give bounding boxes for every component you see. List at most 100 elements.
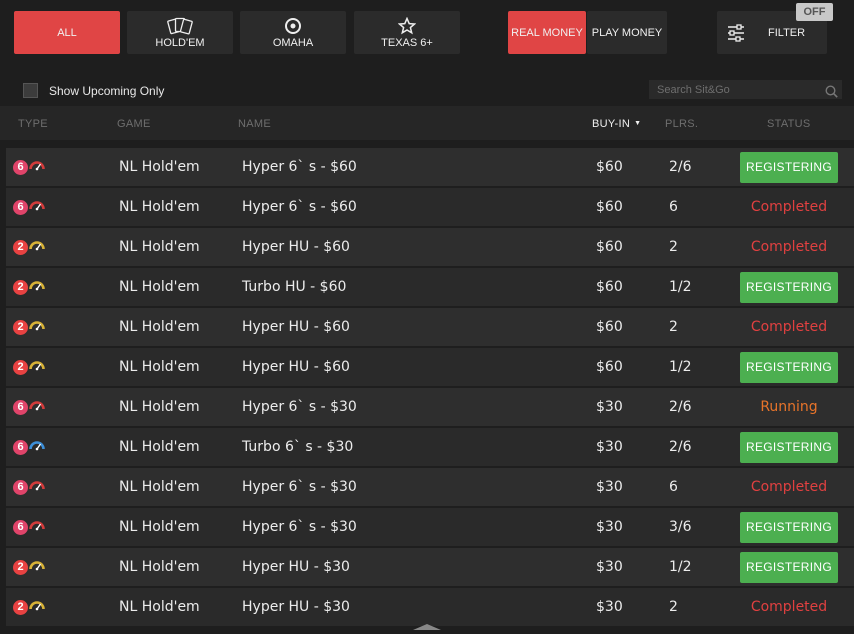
star-icon [398, 16, 416, 35]
sitgo-table-body: 6 NL Hold'em Hyper 6` s - $60 $60 2/6 REGISTE… [0, 148, 854, 628]
status-completed: Completed [750, 199, 828, 215]
register-button[interactable]: REGISTERING [740, 151, 838, 183]
name-cell: Hyper HU - $60 [242, 239, 350, 255]
tab-texas6[interactable]: TEXAS 6+ [354, 11, 460, 54]
name-cell: Turbo 6` s - $30 [242, 439, 354, 455]
status-cell: Completed [740, 308, 838, 346]
tab-texas6-label: TEXAS 6+ [381, 36, 433, 49]
buyin-cell: $60 [596, 199, 623, 215]
col-buyin-label: BUY-IN [592, 118, 631, 130]
show-upcoming-checkbox[interactable] [23, 83, 38, 98]
name-cell: Hyper 6` s - $60 [242, 199, 357, 215]
speed-gauge-icon [29, 439, 45, 455]
name-cell: Hyper 6` s - $30 [242, 479, 357, 495]
game-cell: NL Hold'em [119, 439, 200, 455]
play-money-label: PLAY MONEY [591, 26, 663, 39]
status-cell: REGISTERING [740, 508, 838, 546]
table-row[interactable]: 6 NL Hold'em Hyper 6` s - $60 $60 2/6 REGISTE… [6, 148, 854, 186]
type-cell: 2 [13, 268, 45, 306]
buyin-cell: $30 [596, 519, 623, 535]
buyin-cell: $60 [596, 159, 623, 175]
cards-icon [165, 17, 195, 35]
table-row[interactable]: 6 NL Hold'em Hyper 6` s - $30 $30 2/6 Running [6, 388, 854, 426]
tab-all[interactable]: ALL [14, 11, 120, 54]
game-cell: NL Hold'em [119, 319, 200, 335]
tab-omaha-label: OMAHA [272, 36, 314, 49]
table-row[interactable]: 6 NL Hold'em Hyper 6` s - $30 $30 6 Completed [6, 468, 854, 506]
name-cell: Hyper 6` s - $60 [242, 159, 357, 175]
filter-label: FILTER [768, 26, 806, 39]
real-money-label: REAL MONEY [511, 26, 583, 39]
search-input[interactable] [649, 80, 842, 99]
player-count-badge: 6 [13, 439, 28, 455]
player-count-badge: 6 [13, 479, 28, 495]
scroll-down-icon[interactable] [413, 615, 441, 634]
players-cell: 2 [669, 239, 678, 255]
table-header: TYPE GAME NAME BUY-IN ▼ PLRS. STATUS [0, 106, 854, 140]
register-button[interactable]: REGISTERING [740, 511, 838, 543]
table-row[interactable]: 2 NL Hold'em Hyper HU - $60 $60 1/2 REGISTERI… [6, 348, 854, 386]
tab-holdem[interactable]: HOLD'EM [127, 11, 233, 54]
players-cell: 2/6 [669, 439, 692, 455]
table-row[interactable]: 6 NL Hold'em Hyper 6` s - $60 $60 6 Completed [6, 188, 854, 226]
players-cell: 3/6 [669, 519, 692, 535]
name-cell: Hyper 6` s - $30 [242, 519, 357, 535]
table-row[interactable]: 6 NL Hold'em Hyper 6` s - $30 $30 3/6 REGISTE… [6, 508, 854, 546]
table-row[interactable]: 2 NL Hold'em Hyper HU - $30 $30 1/2 REGISTERI… [6, 548, 854, 586]
game-cell: NL Hold'em [119, 399, 200, 415]
name-cell: Hyper 6` s - $30 [242, 399, 357, 415]
speed-gauge-icon [29, 519, 45, 535]
tab-omaha[interactable]: OMAHA [240, 11, 346, 54]
players-cell: 1/2 [669, 279, 692, 295]
register-button[interactable]: REGISTERING [740, 551, 838, 583]
top-toolbar: ALL HOLD'EM OMAHA TEXAS 6+ REAL MONEY PL… [0, 0, 854, 106]
search-icon[interactable] [825, 83, 838, 102]
col-type[interactable]: TYPE [18, 118, 48, 130]
show-upcoming-label[interactable]: Show Upcoming Only [49, 84, 164, 98]
player-count-badge: 2 [13, 239, 28, 255]
col-name[interactable]: NAME [238, 118, 271, 130]
status-cell: REGISTERING [740, 148, 838, 186]
play-money-toggle[interactable]: PLAY MONEY [587, 11, 667, 54]
status-cell: REGISTERING [740, 268, 838, 306]
register-button[interactable]: REGISTERING [740, 271, 838, 303]
players-cell: 2 [669, 319, 678, 335]
game-cell: NL Hold'em [119, 479, 200, 495]
buyin-cell: $30 [596, 559, 623, 575]
table-row[interactable]: 2 NL Hold'em Hyper HU - $60 $60 2 Completed [6, 308, 854, 346]
table-row[interactable]: 6 NL Hold'em Turbo 6` s - $30 $30 2/6 REGISTE… [6, 428, 854, 466]
player-count-badge: 2 [13, 319, 28, 335]
player-count-badge: 6 [13, 159, 28, 175]
type-cell: 6 [13, 428, 45, 466]
players-cell: 2/6 [669, 399, 692, 415]
player-count-badge: 2 [13, 359, 28, 375]
buyin-cell: $60 [596, 359, 623, 375]
col-status[interactable]: STATUS [767, 118, 811, 130]
name-cell: Turbo HU - $60 [242, 279, 347, 295]
col-buyin[interactable]: BUY-IN ▼ [592, 118, 641, 130]
speed-gauge-icon [29, 479, 45, 495]
game-cell: NL Hold'em [119, 279, 200, 295]
table-row[interactable]: 2 NL Hold'em Turbo HU - $60 $60 1/2 REGISTERI… [6, 268, 854, 306]
real-money-toggle[interactable]: REAL MONEY [508, 11, 586, 54]
buyin-cell: $30 [596, 599, 623, 615]
type-cell: 2 [13, 228, 45, 266]
player-count-badge: 2 [13, 279, 28, 295]
status-cell: Completed [740, 228, 838, 266]
game-cell: NL Hold'em [119, 359, 200, 375]
filter-toggle-badge[interactable]: OFF [796, 3, 833, 21]
status-cell: Completed [740, 468, 838, 506]
table-row[interactable]: 2 NL Hold'em Hyper HU - $60 $60 2 Completed [6, 228, 854, 266]
register-button[interactable]: REGISTERING [740, 431, 838, 463]
col-game[interactable]: GAME [117, 118, 151, 130]
col-plrs[interactable]: PLRS. [665, 118, 698, 130]
player-count-badge: 2 [13, 599, 28, 615]
status-cell: Completed [740, 188, 838, 226]
status-completed: Completed [750, 239, 828, 255]
players-cell: 2 [669, 599, 678, 615]
register-button[interactable]: REGISTERING [740, 351, 838, 383]
name-cell: Hyper HU - $60 [242, 319, 350, 335]
speed-gauge-icon [29, 599, 45, 615]
players-cell: 2/6 [669, 159, 692, 175]
buyin-cell: $60 [596, 319, 623, 335]
